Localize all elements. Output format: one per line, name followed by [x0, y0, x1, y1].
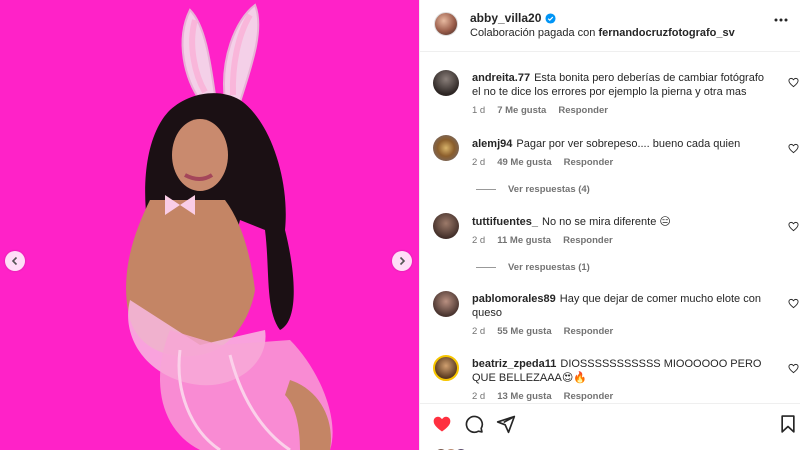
commenter-username[interactable]: pablomorales89 [472, 293, 556, 305]
comments-list[interactable]: andreita.77 Esta bonita pero deberías de … [420, 53, 800, 403]
comment-likes[interactable]: 11 Me gusta [497, 235, 551, 246]
commenter-username[interactable]: tuttifuentes_ [472, 216, 538, 228]
post-photo [126, 3, 333, 450]
more-horizontal-icon[interactable] [773, 12, 789, 28]
post-media[interactable] [0, 0, 419, 450]
chevron-left-icon [11, 256, 18, 266]
comment-meta: 2 d 55 Me gusta Responder [472, 326, 613, 337]
view-replies-button[interactable]: Ver respuestas (4) [476, 184, 590, 195]
partner-username[interactable]: fernandocruzfotografo_sv [598, 27, 734, 39]
comment-text-block: beatriz_zpeda11 DIOSSSSSSSSSSS MIOOOOOO P… [472, 357, 772, 385]
heart-icon[interactable] [432, 414, 452, 434]
comment-likes[interactable]: 7 Me gusta [497, 105, 546, 116]
view-replies-button[interactable]: Ver respuestas (1) [476, 262, 590, 273]
comment-text-block: tuttifuentes_ No no se mira diferente 😑 [472, 215, 772, 229]
paid-partnership-line: Colaboración pagada con fernandocruzfoto… [470, 27, 735, 39]
reply-button[interactable]: Responder [564, 326, 614, 337]
paid-partnership-label: Colaboración pagada con [470, 27, 596, 39]
commenter-avatar[interactable] [433, 135, 459, 161]
post-header: abby_villa20 Colaboración pagada con fer… [420, 0, 800, 52]
comment-meta: 2 d 49 Me gusta Responder [472, 157, 613, 168]
comment-age: 2 d [472, 235, 486, 246]
commenter-username[interactable]: beatriz_zpeda11 [472, 358, 556, 370]
comment-text-block: andreita.77 Esta bonita pero deberías de … [472, 71, 772, 99]
replies-divider-line [476, 267, 496, 268]
commenter-avatar[interactable] [433, 355, 459, 381]
comment-likes[interactable]: 49 Me gusta [497, 157, 551, 168]
comment-age: 2 d [472, 326, 486, 337]
view-replies-label[interactable]: Ver respuestas (4) [508, 184, 590, 195]
heart-outline-icon[interactable] [788, 221, 799, 232]
comment-body: Pagar por ver sobrepeso.... bueno cada q… [516, 138, 741, 150]
comment-likes[interactable]: 13 Me gusta [497, 391, 551, 402]
commenter-avatar[interactable] [433, 70, 459, 96]
commenter-username[interactable]: alemj94 [472, 138, 512, 150]
carousel-prev-button[interactable] [5, 251, 25, 271]
comment-meta: 2 d 13 Me gusta Responder [472, 391, 613, 402]
comment-icon[interactable] [464, 414, 484, 434]
heart-outline-icon[interactable] [788, 363, 799, 374]
author-username[interactable]: abby_villa20 [470, 11, 541, 25]
heart-outline-icon[interactable] [788, 143, 799, 154]
commenter-avatar[interactable] [433, 291, 459, 317]
commenter-username[interactable]: andreita.77 [472, 72, 530, 84]
carousel-next-button[interactable] [392, 251, 412, 271]
replies-divider-line [476, 189, 496, 190]
comment-body: No no se mira diferente 😑 [542, 216, 671, 228]
comment-age: 2 d [472, 391, 486, 402]
reply-button[interactable]: Responder [564, 391, 614, 402]
comment-likes[interactable]: 55 Me gusta [497, 326, 551, 337]
comment-meta: 1 d 7 Me gusta Responder [472, 105, 608, 116]
view-replies-label[interactable]: Ver respuestas (1) [508, 262, 590, 273]
comment-text-block: alemj94 Pagar por ver sobrepeso.... bueno… [472, 137, 772, 151]
reply-button[interactable]: Responder [563, 235, 613, 246]
chevron-right-icon [399, 256, 406, 266]
comment-text-block: pablomorales89 Hay que dejar de comer muc… [472, 292, 772, 320]
share-icon[interactable] [496, 414, 516, 434]
post-details-panel: abby_villa20 Colaboración pagada con fer… [420, 0, 800, 450]
reply-button[interactable]: Responder [564, 157, 614, 168]
reply-button[interactable]: Responder [558, 105, 608, 116]
bookmark-icon[interactable] [778, 414, 798, 434]
author-username-row[interactable]: abby_villa20 [470, 11, 556, 25]
comment-age: 1 d [472, 105, 486, 116]
heart-outline-icon[interactable] [788, 77, 799, 88]
comment-age: 2 d [472, 157, 486, 168]
post-actions-bar [420, 403, 800, 450]
verified-badge-icon [545, 12, 556, 24]
comment-meta: 2 d 11 Me gusta Responder [472, 235, 613, 246]
commenter-avatar[interactable] [433, 213, 459, 239]
author-avatar[interactable] [434, 12, 458, 36]
heart-outline-icon[interactable] [788, 298, 799, 309]
